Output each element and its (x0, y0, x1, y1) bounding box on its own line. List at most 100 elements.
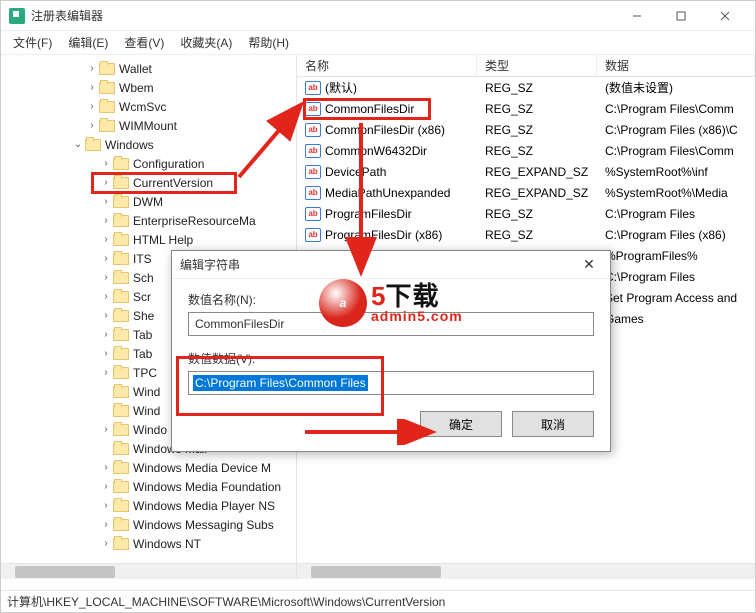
tree-label: HTML Help (133, 233, 193, 247)
maximize-button[interactable] (659, 1, 703, 31)
list-row[interactable]: DevicePathREG_EXPAND_SZ%SystemRoot%\inf (297, 161, 755, 182)
dialog-close-button[interactable]: ✕ (576, 254, 602, 276)
list-row[interactable]: (默认)REG_SZ(数值未设置) (297, 77, 755, 98)
tree-row[interactable]: WIMMount (1, 116, 296, 135)
list-row[interactable]: MediaPathUnexpandedREG_EXPAND_SZ%SystemR… (297, 182, 755, 203)
folder-icon (113, 253, 129, 265)
chevron-icon[interactable] (99, 385, 113, 399)
chevron-icon[interactable] (99, 480, 113, 494)
chevron-icon[interactable] (71, 138, 85, 152)
close-button[interactable] (703, 1, 747, 31)
cell-data: C:\Program Files (597, 207, 755, 221)
tree-label: WIMMount (119, 119, 177, 133)
chevron-icon[interactable] (99, 233, 113, 247)
chevron-icon[interactable] (99, 290, 113, 304)
menu-help[interactable]: 帮助(H) (240, 32, 297, 53)
chevron-icon[interactable] (99, 347, 113, 361)
chevron-icon[interactable] (99, 423, 113, 437)
cell-name: MediaPathUnexpanded (325, 186, 450, 200)
list-row[interactable]: CommonFilesDirREG_SZC:\Program Files\Com… (297, 98, 755, 119)
cell-type: REG_SZ (477, 81, 597, 95)
chevron-icon[interactable] (99, 499, 113, 513)
chevron-icon[interactable] (85, 81, 99, 95)
chevron-icon[interactable] (99, 176, 113, 190)
col-name[interactable]: 名称 (297, 55, 477, 76)
chevron-icon[interactable] (99, 309, 113, 323)
folder-icon (113, 462, 129, 474)
dialog-title: 编辑字符串 (180, 256, 576, 273)
tree-row[interactable]: Windows Media Player NS (1, 496, 296, 515)
cancel-button[interactable]: 取消 (512, 411, 594, 437)
chevron-icon[interactable] (99, 271, 113, 285)
chevron-icon[interactable] (85, 100, 99, 114)
list-row[interactable]: CommonFilesDir (x86)REG_SZC:\Program Fil… (297, 119, 755, 140)
tree-row[interactable]: Windows Media Foundation (1, 477, 296, 496)
folder-icon (113, 500, 129, 512)
value-name-field[interactable] (188, 312, 594, 336)
folder-icon (113, 234, 129, 246)
string-value-icon (305, 207, 321, 221)
cell-data: Games (597, 312, 755, 326)
titlebar: 注册表编辑器 (1, 1, 755, 31)
cell-type: REG_EXPAND_SZ (477, 186, 597, 200)
chevron-icon[interactable] (99, 157, 113, 171)
label-value-data: 数值数据(V): (188, 350, 594, 367)
tree-row[interactable]: EnterpriseResourceMa (1, 211, 296, 230)
list-header[interactable]: 名称 类型 数据 (297, 55, 755, 77)
tree-label: Scr (133, 290, 151, 304)
list-row[interactable]: ProgramFilesDir (x86)REG_SZC:\Program Fi… (297, 224, 755, 245)
chevron-icon[interactable] (85, 119, 99, 133)
tree-label: Tab (133, 328, 152, 342)
string-value-icon (305, 228, 321, 242)
chevron-icon[interactable] (99, 404, 113, 418)
statusbar: 计算机\HKEY_LOCAL_MACHINE\SOFTWARE\Microsof… (1, 590, 755, 612)
folder-icon (113, 405, 129, 417)
tree-label: Windows Media Player NS (133, 499, 275, 513)
chevron-icon[interactable] (99, 195, 113, 209)
tree-row[interactable]: WcmSvc (1, 97, 296, 116)
tree-row[interactable]: CurrentVersion (1, 173, 296, 192)
list-row[interactable]: CommonW6432DirREG_SZC:\Program Files\Com… (297, 140, 755, 161)
tree-row[interactable]: Wallet (1, 59, 296, 78)
folder-icon (113, 538, 129, 550)
chevron-icon[interactable] (99, 214, 113, 228)
cell-type: REG_SZ (477, 144, 597, 158)
menu-fav[interactable]: 收藏夹(A) (172, 32, 240, 53)
menu-file[interactable]: 文件(F) (5, 32, 60, 53)
menu-edit[interactable]: 编辑(E) (60, 32, 116, 53)
tree-row[interactable]: HTML Help (1, 230, 296, 249)
minimize-button[interactable] (615, 1, 659, 31)
tree-row[interactable]: Windows NT (1, 534, 296, 553)
chevron-icon[interactable] (99, 442, 113, 456)
cell-data: %ProgramFiles% (597, 249, 755, 263)
string-value-icon (305, 144, 321, 158)
chevron-icon[interactable] (99, 366, 113, 380)
tree-row[interactable]: Windows (1, 135, 296, 154)
window-title: 注册表编辑器 (31, 7, 615, 24)
tree-row[interactable]: Windows Messaging Subs (1, 515, 296, 534)
chevron-icon[interactable] (99, 252, 113, 266)
chevron-icon[interactable] (85, 62, 99, 76)
ok-button[interactable]: 确定 (420, 411, 502, 437)
tree-label: Sch (133, 271, 154, 285)
tree-row[interactable]: Configuration (1, 154, 296, 173)
tree-row[interactable]: Wbem (1, 78, 296, 97)
folder-icon (113, 386, 129, 398)
list-scrollbar-h[interactable] (297, 563, 755, 579)
tree-row[interactable]: DWM (1, 192, 296, 211)
tree-label: Windows Media Device M (133, 461, 271, 475)
menu-view[interactable]: 查看(V) (116, 32, 172, 53)
tree-label: She (133, 309, 154, 323)
chevron-icon[interactable] (99, 461, 113, 475)
folder-icon (113, 348, 129, 360)
col-type[interactable]: 类型 (477, 55, 597, 76)
chevron-icon[interactable] (99, 518, 113, 532)
folder-icon (113, 196, 129, 208)
tree-scrollbar-h[interactable] (1, 563, 296, 579)
chevron-icon[interactable] (99, 328, 113, 342)
string-value-icon (305, 81, 321, 95)
list-row[interactable]: ProgramFilesDirREG_SZC:\Program Files (297, 203, 755, 224)
tree-row[interactable]: Windows Media Device M (1, 458, 296, 477)
chevron-icon[interactable] (99, 537, 113, 551)
col-data[interactable]: 数据 (597, 55, 755, 76)
